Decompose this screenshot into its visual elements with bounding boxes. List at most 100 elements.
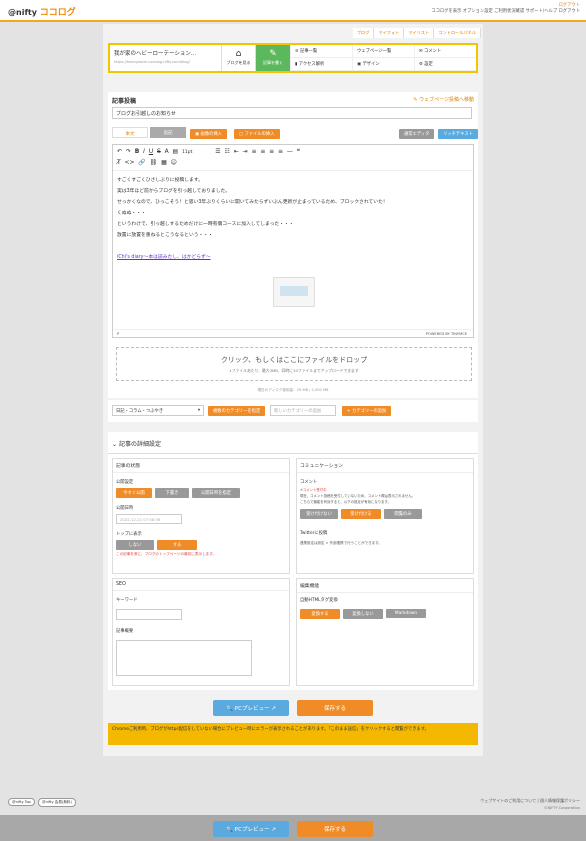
publish-now-button[interactable]: 今すぐ公開 [116, 488, 152, 498]
keyword-input[interactable] [116, 609, 182, 620]
insert-image-label: 画像の挿入 [200, 132, 222, 137]
details-toggle[interactable]: ⌄ 記事の詳細設定 [112, 439, 161, 448]
nav-analytics[interactable]: ▮ アクセス解析 [290, 58, 352, 71]
draft-button[interactable]: 下書き [155, 488, 189, 498]
cocolog-logo[interactable]: @nifty ココログ [8, 5, 76, 18]
nav-comments[interactable]: ✉ コメント [414, 45, 476, 58]
convert-yes[interactable]: 変換する [300, 609, 340, 619]
clear-format-icon[interactable]: T̸ [117, 159, 121, 166]
table-icon[interactable]: ▦ [161, 159, 167, 166]
nav-webpage-list[interactable]: ウェブページ一覧 [352, 45, 414, 58]
webpage-post-link[interactable]: ✎ ウェブページ投稿へ移動 [413, 96, 474, 103]
seo-title: SEO [113, 579, 289, 591]
body-link[interactable]: iChi's diary〜本は読みたし、はかどらず〜 [117, 252, 467, 263]
nav-settings[interactable]: ⚙ 設定 [414, 58, 476, 71]
footer-links[interactable]: ウェブサイトのご利用について | 個人情報保護ポリシー [480, 798, 580, 804]
communication-title: コミュニケーション [297, 459, 473, 473]
sticky-save-button[interactable]: 保存する [297, 821, 373, 837]
quote-icon[interactable]: ❝ [297, 148, 300, 155]
link-icon[interactable]: 🔗 [138, 159, 145, 166]
top-display-no[interactable]: しない [116, 540, 154, 550]
pc-preview-button[interactable]: 🔍 PCプレビュー ↗ [213, 700, 289, 716]
italic-icon[interactable]: I [143, 148, 145, 155]
post-section-title: 記事投稿 [112, 98, 137, 105]
rich-text-editor[interactable]: ↶ ↷ B I U S A ▤ 11pt ☰ ☷ ⇤ ⇥ ≡ ≡ ≡ ≡ — ❝… [112, 144, 474, 338]
undo-icon[interactable]: ↶ [117, 148, 122, 155]
tab-mylist[interactable]: マイリスト [404, 28, 435, 38]
markdown-button[interactable]: Markdown [386, 609, 426, 618]
add-category-button[interactable]: + カテゴリーの追加 [342, 406, 392, 416]
external-link-icon: ↗ [271, 706, 276, 712]
tab-myphoto[interactable]: マイフォト [374, 28, 405, 38]
tab-control-panel[interactable]: コントロールパネル [434, 28, 481, 38]
outdent-icon[interactable]: ⇤ [234, 148, 239, 155]
tab-body[interactable]: 本文 [112, 127, 148, 138]
rich-text-button[interactable]: リッチテキスト [438, 129, 478, 139]
write-post-button[interactable]: ✎ 記事を書く [256, 45, 290, 71]
dropzone-sub-text: 1ファイルあたり、最大3MB、同時に10ファイルまでアップロードできます [229, 368, 359, 373]
top-display-yes[interactable]: する [157, 540, 197, 550]
indent-icon[interactable]: ⇥ [243, 148, 248, 155]
nav-post-list[interactable]: ≡ 記事一覧 [290, 45, 352, 58]
choose-categories-button[interactable]: 複数のカテゴリーを指定 [208, 406, 266, 416]
twitter-note: 連携設定は設定 > 外部連携で行うことができます。 [300, 541, 382, 545]
date-input[interactable]: 2022-12-21 07:58:36 [116, 514, 182, 524]
redo-icon[interactable]: ↷ [126, 148, 131, 155]
numbered-list-icon[interactable]: ☷ [225, 148, 230, 155]
header-nav-links[interactable]: ココログを表示 オプション設定 ご利用状況確認 サポート/ヘルプ ログアウト [431, 9, 580, 15]
home-icon: ⌂ [235, 49, 242, 59]
toolbar-divider [113, 170, 473, 171]
status-box: 記事の状態 公開設定 今すぐ公開 下書き 公開日時を指定 公開日時 2022-1… [112, 458, 290, 574]
insert-file-button[interactable]: ▢ ファイルの挿入 [234, 129, 280, 139]
editor-body[interactable]: すごくすごくひさしぶりに投稿します。 実は3年ほど前からブログを引っ越しておりま… [117, 175, 467, 263]
comment-warning: ※コメント受付中 [300, 488, 327, 492]
comment-accept[interactable]: 受け付ける [341, 509, 381, 519]
convert-no[interactable]: 変換しない [343, 609, 383, 619]
summary-textarea[interactable] [116, 640, 252, 676]
highlight-icon[interactable]: ▤ [173, 148, 179, 155]
nav-webpage-list-label: ウェブページ一覧 [357, 49, 392, 54]
align-center-icon[interactable]: ≡ [260, 148, 265, 155]
body-blank-line [117, 241, 467, 252]
edit-icon: ✎ [269, 49, 277, 59]
category-select[interactable]: 日記・コラム・つぶやき ▾ [112, 405, 204, 416]
disk-usage: 現在のディスク使用量：29 MB / 2,000 MB [257, 388, 329, 392]
embedded-thumbnail[interactable] [273, 277, 315, 307]
comment-reject[interactable]: 受け付けない [300, 509, 338, 519]
nav-design[interactable]: ▣ デザイン [352, 58, 414, 71]
insert-image-button[interactable]: ▣ 画像の挿入 [190, 129, 227, 139]
comment-warning-detail-2: こちらで機能を有効すると、以下の設定が有効になります。 [300, 500, 391, 504]
bullet-list-icon[interactable]: ☰ [215, 148, 220, 155]
comment-readonly[interactable]: 閲覧のみ [384, 509, 422, 519]
text-color-icon[interactable]: A [165, 148, 169, 155]
schedule-button[interactable]: 公開日時を指定 [192, 488, 240, 498]
thumbnail-image [280, 286, 308, 296]
bold-icon[interactable]: B [135, 148, 140, 155]
underline-icon[interactable]: U [149, 148, 153, 155]
new-category-input[interactable]: 新しいカテゴリーの追加 [270, 405, 336, 416]
view-blog-button[interactable]: ⌂ ブログを見る [222, 45, 256, 71]
code-icon[interactable]: <> [125, 159, 135, 166]
edit-features-title: 編集機能 [297, 579, 473, 593]
align-right-icon[interactable]: ≡ [269, 148, 274, 155]
title-input[interactable]: ブログお引越しのお知らせ [112, 107, 472, 119]
blog-info[interactable]: 我が家のヘビーローテーション... https://heavyroom.coco… [110, 45, 222, 71]
align-left-icon[interactable]: ≡ [251, 148, 256, 155]
file-dropzone[interactable]: クリック、もしくはここにファイルをドロップ 1ファイルあたり、最大3MB、同時に… [116, 347, 472, 381]
nifty-top-badge[interactable]: @nifty Top [8, 798, 35, 806]
nifty-member-badge[interactable]: @nifty 会員(無料) [38, 798, 76, 807]
hr-icon[interactable]: — [287, 148, 293, 155]
justify-icon[interactable]: ≡ [278, 148, 283, 155]
webpage-post-link-label: ウェブページ投稿へ移動 [419, 97, 474, 103]
category-selected: 日記・コラム・つぶやき [116, 409, 164, 414]
tab-blog[interactable]: ブログ [352, 28, 375, 38]
normal-editor-button[interactable]: 通常エディタ [399, 129, 435, 139]
sticky-preview-button[interactable]: 🔍 PCプレビュー ↗ [213, 821, 289, 837]
logo-prefix: @nifty [8, 8, 37, 17]
save-button[interactable]: 保存する [297, 700, 373, 716]
emoji-icon[interactable]: ☺ [171, 159, 177, 166]
tab-more[interactable]: 追記 [150, 127, 186, 138]
strike-icon[interactable]: S [157, 148, 161, 155]
font-size-select[interactable]: 11pt [182, 150, 192, 155]
unlink-icon[interactable]: ⛓ [150, 159, 158, 166]
